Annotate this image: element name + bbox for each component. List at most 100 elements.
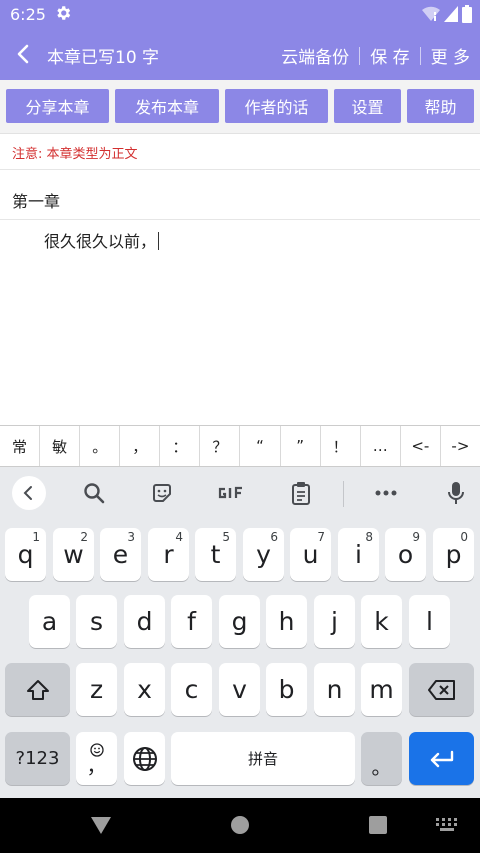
key-digit: 8 — [365, 530, 373, 544]
key-w[interactable]: w2 — [53, 528, 94, 581]
key-digit: 4 — [175, 530, 183, 544]
gear-icon — [57, 6, 71, 20]
key-i[interactable]: i8 — [338, 528, 379, 581]
key-digit: 6 — [270, 530, 278, 544]
key-k[interactable]: k — [361, 595, 402, 648]
search-button[interactable] — [80, 479, 108, 507]
cloud-backup-button[interactable]: 云端备份 — [281, 43, 349, 68]
symbol-key[interactable]: <- — [401, 426, 441, 466]
key-l[interactable]: l — [409, 595, 450, 648]
key-j[interactable]: j — [314, 595, 355, 648]
chapter-title-field[interactable]: 第一章 — [12, 188, 60, 212]
key-label: r — [163, 540, 174, 569]
symbol-key[interactable]: ！ — [321, 426, 361, 466]
key-label: p — [445, 540, 462, 569]
chapter-body-editor[interactable]: 很久很久以前， — [44, 228, 160, 252]
microphone-icon — [448, 482, 464, 504]
key-digit: 5 — [222, 530, 230, 544]
voice-input-button[interactable] — [444, 479, 468, 507]
save-button[interactable]: 保 存 — [370, 43, 409, 68]
toolbar-divider — [343, 481, 344, 507]
key-t[interactable]: t5 — [195, 528, 236, 581]
publish-chapter-button[interactable]: 发布本章 — [115, 89, 219, 123]
key-digit: 3 — [127, 530, 135, 544]
text-cursor — [158, 232, 160, 250]
symbol-key[interactable]: … — [361, 426, 401, 466]
symbols-key[interactable]: ?123 — [5, 732, 70, 785]
symbol-key[interactable]: ： — [160, 426, 201, 466]
key-label: i — [355, 540, 362, 569]
key-q[interactable]: q1 — [5, 528, 46, 581]
globe-icon — [132, 746, 157, 771]
key-a[interactable]: a — [29, 595, 70, 648]
key-p[interactable]: p0 — [433, 528, 474, 581]
symbol-key[interactable]: 。 — [80, 426, 121, 466]
soft-keyboard: q1 w2 e3 r4 t5 y6 u7 i8 o9 p0 a s d f g … — [0, 467, 480, 798]
symbol-key[interactable]: ” — [281, 426, 321, 466]
home-circle-icon[interactable] — [230, 815, 250, 835]
key-z[interactable]: z — [76, 663, 117, 716]
key-label: e — [112, 540, 129, 569]
key-s[interactable]: s — [76, 595, 117, 648]
key-label: u — [302, 540, 319, 569]
key-x[interactable]: x — [124, 663, 165, 716]
backspace-key[interactable] — [409, 663, 474, 716]
gif-button[interactable] — [213, 479, 249, 507]
back-triangle-icon[interactable] — [90, 815, 112, 835]
period-key[interactable]: 。 — [361, 732, 402, 785]
symbol-key[interactable]: ？ — [200, 426, 241, 466]
navigation-bar — [0, 798, 480, 853]
symbol-key[interactable]: 常 — [0, 426, 41, 466]
symbol-key[interactable]: 敏 — [40, 426, 81, 466]
key-r[interactable]: r4 — [148, 528, 189, 581]
search-icon — [84, 483, 105, 504]
key-label: y — [256, 540, 271, 569]
keyboard-switch-icon[interactable] — [436, 818, 458, 832]
key-g[interactable]: g — [219, 595, 260, 648]
key-label: q — [17, 540, 34, 569]
key-u[interactable]: u7 — [290, 528, 331, 581]
key-m[interactable]: m — [361, 663, 402, 716]
enter-arrow-icon — [430, 750, 453, 767]
status-bar: 6:25 — [0, 0, 480, 28]
comma-key[interactable]: ， — [76, 732, 117, 785]
help-button[interactable]: 帮助 — [407, 89, 474, 123]
key-h[interactable]: h — [266, 595, 307, 648]
app-bar: 本章已写10 字 云端备份 保 存 更 多 — [0, 28, 480, 80]
key-b[interactable]: b — [266, 663, 307, 716]
gif-icon — [218, 486, 242, 499]
language-key[interactable] — [124, 732, 165, 785]
key-d[interactable]: d — [124, 595, 165, 648]
back-arrow-icon[interactable] — [12, 42, 36, 66]
shift-key[interactable] — [5, 663, 70, 716]
chapter-type-notice: 注意: 本章类型为正文 — [12, 147, 138, 162]
divider — [0, 169, 480, 170]
symbol-key[interactable]: “ — [240, 426, 281, 466]
collapse-toolbar-button[interactable] — [12, 476, 46, 510]
key-f[interactable]: f — [171, 595, 212, 648]
enter-key[interactable] — [409, 732, 474, 785]
share-chapter-button[interactable]: 分享本章 — [6, 89, 109, 123]
symbol-key[interactable]: -> — [441, 426, 480, 466]
key-digit: 9 — [412, 530, 420, 544]
more-options-button[interactable] — [372, 479, 400, 507]
signal-icon — [444, 6, 458, 22]
settings-button[interactable]: 设置 — [334, 89, 401, 123]
key-digit: 0 — [460, 530, 468, 544]
key-o[interactable]: o9 — [385, 528, 426, 581]
shift-icon — [26, 679, 49, 700]
key-y[interactable]: y6 — [243, 528, 284, 581]
wifi-icon — [422, 6, 440, 22]
sticker-button[interactable] — [148, 479, 176, 507]
author-note-button[interactable]: 作者的话 — [225, 89, 328, 123]
more-button[interactable]: 更 多 — [431, 43, 470, 68]
symbol-key[interactable]: ， — [120, 426, 161, 466]
key-e[interactable]: e3 — [100, 528, 141, 581]
key-v[interactable]: v — [219, 663, 260, 716]
key-c[interactable]: c — [171, 663, 212, 716]
key-n[interactable]: n — [314, 663, 355, 716]
recents-square-icon[interactable] — [369, 816, 387, 834]
space-key[interactable]: 拼音 — [171, 732, 355, 785]
clipboard-button[interactable] — [288, 479, 314, 507]
divider — [359, 46, 361, 65]
